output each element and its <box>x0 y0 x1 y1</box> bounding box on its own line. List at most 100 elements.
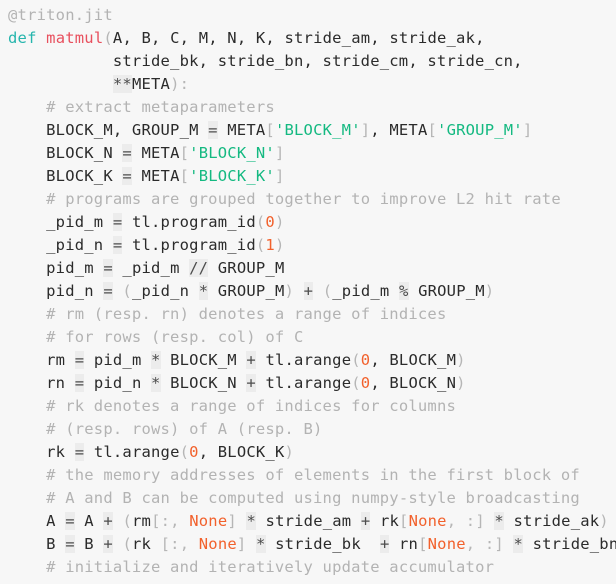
code-token-punct: ) <box>484 282 495 300</box>
code-token-punct: ) <box>284 443 295 461</box>
code-token-punct: [ <box>151 512 161 530</box>
code-line: # A and B can be computed using numpy-st… <box>0 487 616 510</box>
code-token-string: 'BLOCK_N' <box>189 144 275 162</box>
code-token-op: + <box>246 351 256 369</box>
code-token-plain: GROUP_M <box>208 259 285 277</box>
code-token-op: = <box>112 213 123 231</box>
code-token-plain: BLOCK_M, GROUP_M <box>8 121 209 139</box>
code-token-op: % <box>398 282 409 300</box>
code-token-comment: # A and B can be computed using numpy-st… <box>46 489 580 507</box>
code-token-punct: , : <box>465 535 495 553</box>
code-token-plain: A <box>74 512 104 530</box>
code-token-plain: A <box>8 512 66 530</box>
code-token-punct: ( <box>322 282 333 300</box>
code-token-plain: , BLOCK_K <box>198 443 285 461</box>
code-token-op: + <box>103 512 113 530</box>
code-token-punct: ( <box>122 282 132 300</box>
code-token-plain: tl.program_id <box>122 236 256 254</box>
code-token-comment: # for rows (resp. col) of C <box>46 328 304 346</box>
code-token-plain: BLOCK_M <box>160 351 247 369</box>
code-token-plain: pid_n <box>8 282 104 300</box>
code-token-punct: [ <box>427 121 438 139</box>
code-token-number: 0 <box>189 443 199 461</box>
code-token-op: = <box>74 443 85 461</box>
code-token-punct: ] <box>274 167 285 185</box>
code-viewer[interactable]: @triton.jit def matmul(A, B, C, M, N, K, … <box>0 0 616 584</box>
code-token-string: 'BLOCK_M' <box>274 121 361 139</box>
code-token-op: = <box>103 259 113 277</box>
code-token-op: = <box>74 351 85 369</box>
code-token-plain: , BLOCK_M <box>370 351 457 369</box>
code-token-punct: ] <box>475 512 485 530</box>
code-token-punct: [ <box>418 535 428 553</box>
code-token-number: 0 <box>360 374 371 392</box>
code-line: B = B + (rk [:, None] * stride_bk + rn[N… <box>0 533 616 556</box>
code-token-keyword: def <box>8 29 37 47</box>
code-line: BLOCK_N = META['BLOCK_N'] <box>0 142 616 165</box>
code-token-number: 1 <box>265 236 275 254</box>
code-token-punct: ] <box>274 144 285 162</box>
code-line: # programs are grouped together to impro… <box>0 188 616 211</box>
code-token-plain: GROUP_M <box>408 282 485 300</box>
code-token-plain: rn <box>8 374 75 392</box>
code-token-punct: ] <box>227 512 237 530</box>
code-token-plain: META <box>131 144 180 162</box>
code-token-punct: , : <box>446 512 476 530</box>
code-token-op: + <box>103 535 113 553</box>
code-token-plain: _pid_n <box>131 282 199 300</box>
code-token-op: = <box>112 236 123 254</box>
code-token-plain: pid_n <box>84 374 152 392</box>
code-token-punct: ( <box>255 213 266 231</box>
code-token-op: = <box>65 535 75 553</box>
code-token-punct: : <box>179 75 190 93</box>
code-token-plain: pid_m <box>84 351 152 369</box>
code-token-op: = <box>122 144 132 162</box>
code-token-plain: tl.arange <box>255 374 352 392</box>
code-token-plain: GROUP_M <box>208 282 285 300</box>
code-token-plain: rm <box>132 512 152 530</box>
code-line: def matmul(A, B, C, M, N, K, stride_am, … <box>0 27 616 50</box>
code-token-op: = <box>103 282 113 300</box>
code-line: rn = pid_n * BLOCK_N + tl.arange(0, BLOC… <box>0 372 616 395</box>
code-token-none: None <box>427 535 466 553</box>
code-token-punct: [ <box>179 144 190 162</box>
code-token-string: 'BLOCK_K' <box>189 167 275 185</box>
code-line: BLOCK_K = META['BLOCK_K'] <box>0 165 616 188</box>
code-token-plain: B <box>8 535 66 553</box>
code-token-punct: ] <box>494 535 504 553</box>
code-token-op: = <box>65 512 75 530</box>
code-token-op: + <box>360 512 371 530</box>
code-token-op: = <box>208 121 218 139</box>
code-token-punct: ( <box>351 374 361 392</box>
code-token-plain: META <box>217 121 266 139</box>
code-token-punct: :, <box>160 512 190 530</box>
code-token-punct: ] <box>360 121 371 139</box>
code-token-plain: rk <box>8 443 75 461</box>
code-token-comment: # rk denotes a range of indices for colu… <box>46 397 457 415</box>
code-token-punct: ) <box>274 213 285 231</box>
code-token-op: * <box>256 535 266 553</box>
code-line: pid_n = (_pid_n * GROUP_M) + (_pid_m % G… <box>0 280 616 303</box>
code-token-op: * <box>494 512 504 530</box>
code-token-op: * <box>246 512 257 530</box>
code-token-plain: rk <box>370 512 400 530</box>
code-line: # rm (resp. rn) denotes a range of indic… <box>0 303 616 326</box>
code-line: _pid_n = tl.program_id(1) <box>0 234 616 257</box>
code-token-op: + <box>303 282 314 300</box>
code-token-plain: stride_ak <box>503 512 600 530</box>
code-token-comment: # (resp. rows) of A (resp. B) <box>46 420 323 438</box>
code-token-plain: B <box>74 535 104 553</box>
code-token-plain: tl.arange <box>255 351 352 369</box>
code-token-plain: rn <box>389 535 419 553</box>
code-token-op: = <box>74 374 85 392</box>
code-line: @triton.jit <box>0 4 616 27</box>
code-token-punct: ) <box>284 282 295 300</box>
code-line: # extract metaparameters <box>0 96 616 119</box>
